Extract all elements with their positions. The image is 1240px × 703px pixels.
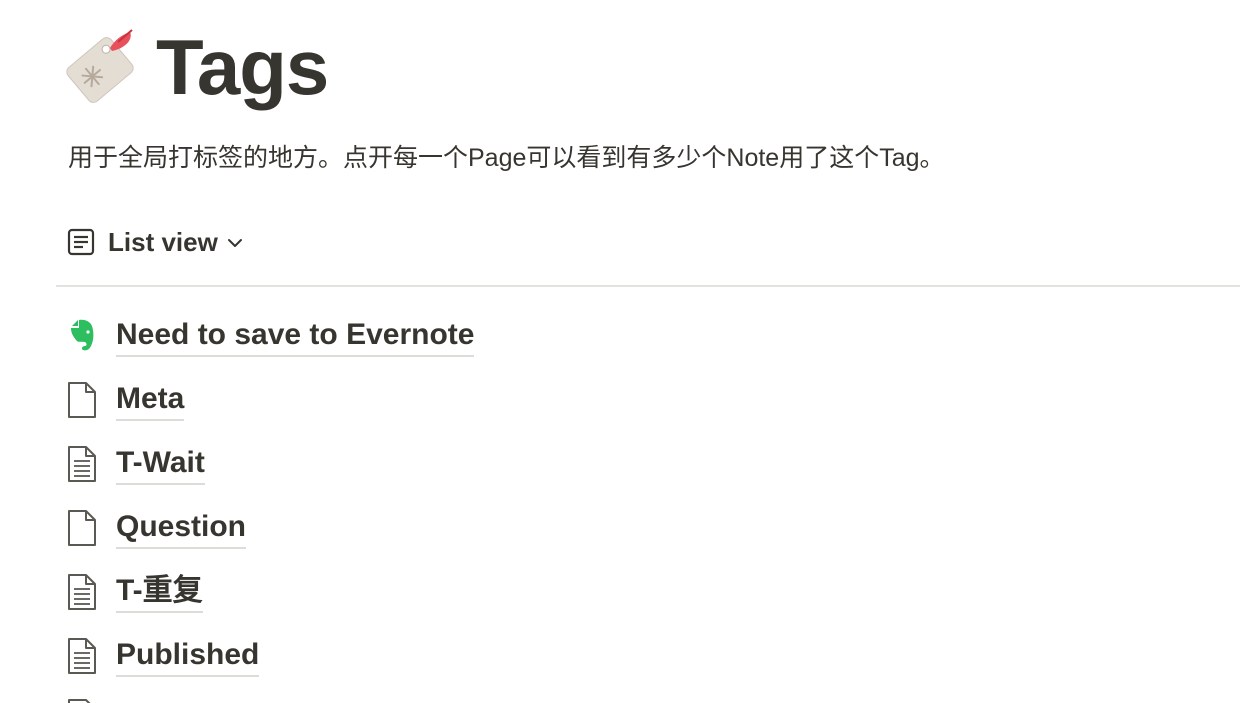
page-description[interactable]: 用于全局打标签的地方。点开每一个Page可以看到有多少个Note用了这个Tag。 (68, 141, 945, 175)
list-item-label[interactable]: T-重复 (116, 571, 203, 613)
blank-page-icon (68, 382, 96, 418)
list-item-label[interactable]: Meta (116, 379, 185, 421)
list-view-icon (67, 228, 95, 256)
list-item-label[interactable]: Question (116, 507, 247, 549)
text-page-icon (68, 638, 96, 674)
tag-emoji-icon[interactable] (60, 26, 140, 106)
list-item[interactable]: T-Wait (64, 436, 964, 492)
notion-page: Tags 用于全局打标签的地方。点开每一个Page可以看到有多少个Note用了这… (0, 0, 1240, 703)
text-page-icon (68, 446, 96, 482)
view-divider (56, 285, 1240, 287)
text-page-icon (68, 699, 91, 703)
chevron-down-icon (227, 239, 242, 247)
list-item[interactable]: Published (64, 628, 964, 684)
list-item-label[interactable]: Need to save to Evernote (116, 315, 475, 357)
page-title[interactable]: Tags (156, 22, 329, 112)
list-item[interactable]: Question (64, 500, 964, 556)
evernote-icon (71, 319, 94, 351)
list-view-selector[interactable]: List view (66, 224, 244, 260)
list-item-label[interactable]: Published (116, 635, 260, 677)
list-item[interactable]: Need to save to Evernote (64, 308, 964, 364)
blank-page-icon (68, 510, 96, 546)
list-item[interactable]: Meta (64, 372, 964, 428)
text-page-icon (68, 574, 96, 610)
list-view-label: List view (108, 226, 218, 257)
list-item[interactable]: T-重复 (64, 564, 964, 620)
list-item-partial[interactable] (64, 692, 964, 703)
list-item-label[interactable]: T-Wait (116, 443, 205, 485)
